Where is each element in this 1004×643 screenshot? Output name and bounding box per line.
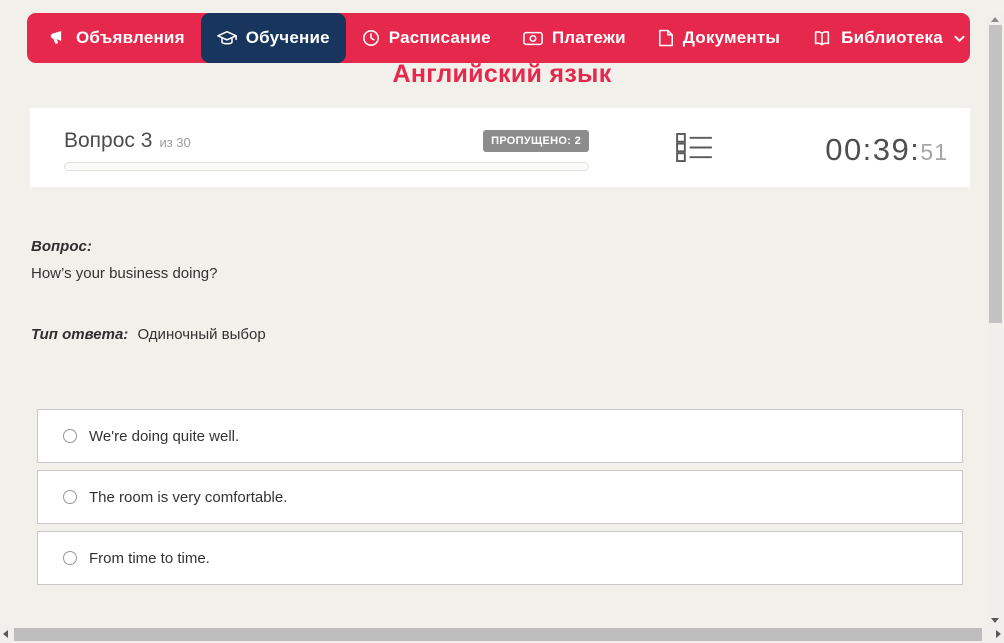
scroll-left-arrow-icon[interactable] (3, 630, 8, 638)
nav-item-announcements[interactable]: Объявления (33, 13, 201, 63)
radio-button[interactable] (63, 490, 77, 504)
nav-item-label: Объявления (76, 28, 185, 47)
chevron-down-icon (954, 35, 965, 43)
nav-item-label: Обучение (245, 28, 330, 47)
timer-seconds: 51 (920, 138, 948, 165)
scroll-right-arrow-icon[interactable] (996, 630, 1001, 638)
answer-option[interactable]: We're doing quite well. (37, 409, 963, 463)
skipped-badge: ПРОПУЩЕНО: 2 (483, 129, 589, 152)
document-icon (658, 29, 674, 47)
question-progress-block: Вопрос 3 из 30 ПРОПУЩЕНО: 2 (64, 129, 589, 171)
radio-button[interactable] (63, 551, 77, 565)
nav-item-payments[interactable]: Платежи (507, 13, 642, 63)
question-total: из 30 (159, 135, 191, 150)
answer-type-value: Одиночный выбор (137, 326, 266, 343)
question-number: Вопрос 3 (64, 128, 153, 152)
nav-item-label: Библиотека (841, 28, 943, 47)
nav-item-label: Расписание (388, 28, 491, 47)
clock-icon (362, 29, 380, 47)
answer-option[interactable]: The room is very comfortable. (37, 470, 963, 524)
open-book-icon (812, 30, 832, 47)
vertical-scrollbar[interactable] (987, 13, 1004, 626)
nav-item-label: Платежи (551, 28, 626, 47)
question-body: Вопрос: How’s your business doing? Тип о… (31, 237, 970, 345)
nav-item-learning[interactable]: Обучение (200, 13, 346, 63)
question-text: How’s your business doing? (31, 265, 218, 282)
timer-minutes: 00:39: (825, 131, 921, 167)
nav-item-schedule[interactable]: Расписание (346, 13, 507, 63)
progress-bar (64, 161, 589, 171)
scroll-down-arrow-icon[interactable] (991, 618, 999, 623)
answer-option[interactable]: From time to time. (37, 531, 963, 585)
vertical-scrollbar-thumb[interactable] (989, 25, 1002, 323)
checklist-icon (676, 132, 713, 167)
answer-option-label: We're doing quite well. (89, 427, 240, 445)
page-title: Английский язык (392, 60, 612, 88)
question-label: Вопрос: (31, 238, 92, 255)
test-timer: 00:39: 51 (825, 132, 948, 168)
answer-type-label: Тип ответа: (31, 326, 129, 343)
top-navigation: Объявления Обучение Расписание Платежи Д… (27, 13, 970, 63)
megaphone-icon (49, 29, 67, 47)
answer-option-label: From time to time. (89, 549, 210, 567)
question-list-button[interactable] (676, 132, 713, 167)
graduation-cap-icon (216, 30, 237, 47)
nav-item-label: Документы (682, 28, 781, 47)
banknote-icon (522, 31, 543, 46)
question-card: Вопрос 3 из 30 ПРОПУЩЕНО: 2 00:39: 51 (30, 108, 970, 187)
nav-item-documents[interactable]: Документы (642, 13, 796, 63)
horizontal-scrollbar[interactable] (0, 626, 1004, 643)
scroll-up-arrow-icon[interactable] (991, 17, 999, 22)
answer-options: We're doing quite well. The room is very… (37, 409, 963, 585)
answer-option-label: The room is very comfortable. (89, 488, 288, 506)
radio-button[interactable] (63, 429, 77, 443)
nav-item-library[interactable]: Библиотека (796, 13, 981, 63)
